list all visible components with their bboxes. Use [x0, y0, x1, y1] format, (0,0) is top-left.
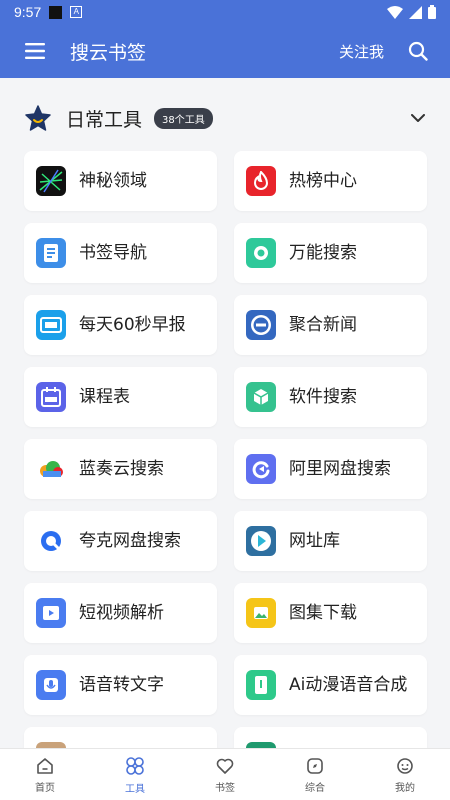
tool-card[interactable]: 书签导航: [24, 223, 217, 283]
search-button[interactable]: [398, 24, 438, 78]
signal-icon: [409, 5, 422, 19]
tool-card[interactable]: 每天60秒早报: [24, 295, 217, 355]
status-time: 9:57: [14, 4, 42, 20]
tool-label: 夸克网盘搜索: [79, 530, 181, 551]
ai-voice-icon: [246, 670, 276, 700]
star-icon: [25, 105, 51, 131]
tool-card[interactable]: 神秘领域: [24, 151, 217, 211]
section-header[interactable]: 日常工具 38个工具: [24, 100, 430, 136]
mystic-domain-icon: [36, 166, 66, 196]
search-icon: [408, 41, 428, 61]
tool-card[interactable]: 聚合新闻: [234, 295, 427, 355]
tool-card[interactable]: 软件搜索: [234, 367, 427, 427]
nav-tools[interactable]: 工具: [90, 749, 180, 800]
home-icon: [37, 757, 53, 774]
image-download-icon: [246, 598, 276, 628]
nav-bookmarks[interactable]: 书签: [180, 749, 270, 800]
tool-card[interactable]: 语音转文字: [24, 655, 217, 715]
tool-label: 课程表: [79, 386, 130, 407]
nav-label: 我的: [395, 782, 415, 794]
heart-icon: [216, 758, 234, 774]
tool-card[interactable]: [234, 727, 427, 748]
battery-icon: [428, 5, 436, 19]
nav-label: 工具: [125, 783, 145, 795]
tool-card[interactable]: 短视频解析: [24, 583, 217, 643]
status-bar: 9:57 A: [0, 0, 450, 24]
tool-card[interactable]: 课程表: [24, 367, 217, 427]
tool-label: 短视频解析: [79, 602, 164, 623]
tool-label: 图集下载: [289, 602, 357, 623]
chevron-down-icon: [411, 113, 425, 122]
tool-label: 软件搜索: [289, 386, 357, 407]
cube-icon: [246, 382, 276, 412]
menu-button[interactable]: [12, 24, 58, 78]
cloud-icon: [36, 454, 66, 484]
collapse-button[interactable]: [406, 106, 430, 130]
bottom-nav: 首页 工具 书签 综合 我的: [0, 748, 450, 800]
tool-card[interactable]: 网址库: [234, 511, 427, 571]
tool-card[interactable]: 图集下载: [234, 583, 427, 643]
app-title: 搜云书签: [70, 41, 147, 64]
search-bubble-icon: [246, 238, 276, 268]
nav-label: 综合: [305, 782, 325, 794]
tool-label: 蓝奏云搜索: [79, 458, 164, 479]
app-bar: 搜云书签 关注我: [0, 24, 450, 78]
main-content[interactable]: 日常工具 38个工具 神秘领域 热榜中心 书签导航 万能搜索 每天60秒早报 聚…: [0, 78, 450, 748]
nav-home[interactable]: 首页: [0, 749, 90, 800]
tool-card[interactable]: Ai动漫语音合成: [234, 655, 427, 715]
nav-label: 首页: [35, 782, 55, 794]
news-circle-icon: [246, 310, 276, 340]
fire-icon: [246, 166, 276, 196]
nav-profile[interactable]: 我的: [360, 749, 450, 800]
tool-grid: 神秘领域 热榜中心 书签导航 万能搜索 每天60秒早报 聚合新闻 课程表 软件搜…: [24, 151, 428, 748]
tool-card[interactable]: 夸克网盘搜索: [24, 511, 217, 571]
compass-icon: [307, 757, 323, 774]
video-icon: [36, 598, 66, 628]
tool-label: 阿里网盘搜索: [289, 458, 391, 479]
tool-card[interactable]: 蓝奏云搜索: [24, 439, 217, 499]
news-60s-icon: [36, 310, 66, 340]
quark-icon: [36, 526, 66, 556]
tool-label: 神秘领域: [79, 170, 147, 191]
tools-clover-icon: [126, 756, 144, 775]
tool-card[interactable]: 万能搜索: [234, 223, 427, 283]
tool-label: 聚合新闻: [289, 314, 357, 335]
profile-icon: [397, 757, 413, 774]
follow-button[interactable]: 关注我: [339, 41, 384, 62]
tool-card[interactable]: 热榜中心: [234, 151, 427, 211]
section-title: 日常工具: [66, 108, 143, 131]
tool-card[interactable]: [24, 727, 217, 748]
tool-label: 网址库: [289, 530, 340, 551]
calendar-icon: [36, 382, 66, 412]
aliyun-drive-icon: [246, 454, 276, 484]
menu-icon: [25, 43, 45, 59]
voice-text-icon: [36, 670, 66, 700]
tool-count-badge: 38个工具: [154, 107, 213, 129]
url-library-icon: [246, 526, 276, 556]
status-indicators: [387, 5, 436, 19]
tool-label: Ai动漫语音合成: [289, 674, 408, 695]
nav-general[interactable]: 综合: [270, 749, 360, 800]
tool-label: 热榜中心: [289, 170, 357, 191]
tool-label: 书签导航: [79, 242, 147, 263]
notification-square-icon: [49, 5, 63, 19]
nav-label: 书签: [215, 782, 235, 794]
tool-label: 万能搜索: [289, 242, 357, 263]
bookmark-nav-icon: [36, 238, 66, 268]
tool-label: 每天60秒早报: [79, 314, 186, 335]
tool-label: 语音转文字: [79, 674, 164, 695]
tool-card[interactable]: 阿里网盘搜索: [234, 439, 427, 499]
notification-a-icon: A: [70, 6, 83, 18]
wifi-icon: [387, 5, 403, 19]
